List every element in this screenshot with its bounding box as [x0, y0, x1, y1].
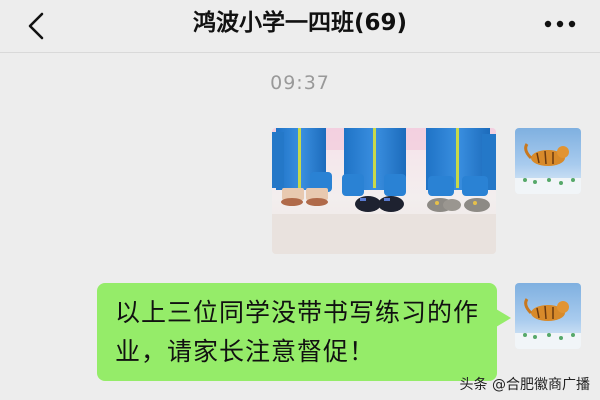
students-shoes-photo — [272, 128, 496, 254]
more-options-button[interactable] — [540, 10, 580, 38]
chat-title: 鸿波小学一四班(69) — [192, 10, 408, 36]
text-message-bubble[interactable]: 以上三位同学没带书写练习的作业，请家长注意督促！ — [97, 283, 511, 381]
message-text: 以上三位同学没带书写练习的作业，请家长注意督促！ — [115, 298, 480, 366]
more-dots-icon — [544, 20, 576, 28]
image-message[interactable] — [272, 128, 496, 254]
tiger-avatar-icon — [515, 143, 581, 194]
tiger-avatar-icon — [515, 298, 581, 349]
sender-avatar[interactable] — [515, 283, 581, 349]
chat-header: 鸿波小学一四班(69) — [0, 0, 600, 53]
message-timestamp: 09:37 — [270, 72, 330, 94]
sender-avatar[interactable] — [515, 128, 581, 194]
watermark: 头条 @合肥徽商广播 — [459, 377, 590, 393]
